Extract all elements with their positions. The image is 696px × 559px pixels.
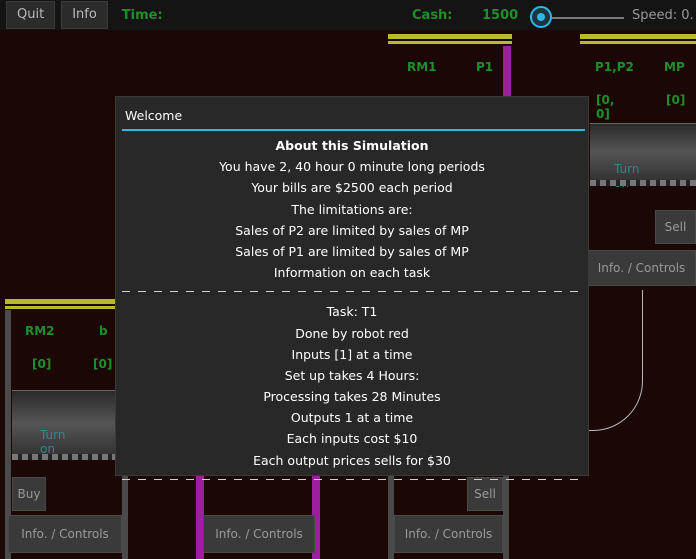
dialog-line-limit-p1: Sales of P1 are limited by sales of MP [235, 243, 469, 259]
station-left-turn-on[interactable]: Turn on [40, 428, 65, 456]
dialog-task-inputs: Inputs [1] at a time [291, 346, 413, 362]
dialog-task-processing: Processing takes 28 Minutes [263, 389, 441, 405]
station-bottom-middle-info-controls-button[interactable]: Info. / Controls [203, 515, 315, 553]
station-top-right-bar [580, 34, 696, 39]
station-left-buy-button[interactable]: Buy [12, 477, 46, 511]
dialog-task-setup: Set up takes 4 Hours: [284, 367, 420, 383]
station-top-right-belt [590, 180, 696, 186]
station-top-center-bar-2 [388, 41, 512, 44]
cash-label: Cash: [412, 8, 453, 23]
station-top-center-label-1: RM1 [407, 60, 437, 74]
station-top-right-value-1: [0, 0] [596, 93, 615, 121]
dialog-line-limit-p2: Sales of P2 are limited by sales of MP [235, 222, 469, 238]
station-left-value-2: [0] [93, 357, 113, 371]
dialog-task-output-price: Each output prices sells for $30 [253, 452, 451, 468]
dialog-dashed-divider [116, 283, 588, 301]
station-top-right-label-1: P1,P2 [595, 60, 634, 74]
station-left-label-2: b [99, 324, 108, 338]
station-left-belt [12, 454, 122, 460]
station-top-right-bar-2 [580, 41, 696, 44]
time-label: Time: [121, 7, 163, 23]
station-top-right-value-2: [0] [666, 93, 686, 107]
speed-slider-track[interactable] [548, 17, 624, 19]
speed-label: Speed: 0. [632, 8, 694, 23]
dialog-line-bills: Your bills are $2500 each period [251, 180, 453, 196]
dialog-task-input-cost: Each inputs cost $10 [286, 431, 418, 447]
dialog-line-task-info: Information on each task [273, 265, 431, 281]
welcome-dialog: Welcome About this Simulation You have 2… [115, 96, 589, 480]
dialog-task-name: Task: T1 [326, 304, 378, 320]
station-left-label-1: RM2 [25, 324, 55, 338]
station-top-center-label-2: P1 [476, 60, 494, 74]
station-left-machine [12, 390, 122, 455]
conveyor-curve [588, 290, 643, 431]
station-top-right-info-controls-button[interactable]: Info. / Controls [587, 250, 696, 286]
cash-value: 1500 [482, 8, 519, 23]
dialog-task-robot: Done by robot red [295, 325, 409, 341]
dialog-body: About this Simulation You have 2, 40 hou… [116, 135, 588, 489]
dialog-task-outputs: Outputs 1 at a time [290, 410, 414, 426]
station-top-center-pipe [503, 46, 511, 98]
dialog-line-limitations: The limitations are: [291, 201, 413, 217]
dialog-title-divider [122, 129, 585, 131]
dialog-heading: About this Simulation [275, 138, 429, 153]
station-top-right-sell-button[interactable]: Sell [655, 210, 696, 244]
dialog-line-periods: You have 2, 40 hour 0 minute long period… [219, 159, 485, 175]
station-top-center-bar [388, 34, 512, 39]
station-left-bar [5, 299, 117, 304]
top-toolbar: Quit Info Time: Cash: 1500 Speed: 0. [0, 0, 696, 30]
quit-button[interactable]: Quit [6, 1, 56, 29]
dialog-dashed-divider-2 [116, 471, 588, 489]
station-left-bar-2 [5, 306, 117, 309]
station-left-value-1: [0] [32, 357, 52, 371]
info-button[interactable]: Info [61, 1, 108, 29]
station-left-info-controls-button[interactable]: Info. / Controls [8, 515, 122, 553]
speed-slider-knob[interactable] [530, 6, 552, 28]
station-top-right-machine [590, 123, 696, 180]
dialog-title: Welcome [125, 108, 183, 123]
station-top-right-label-2: MP [664, 60, 685, 74]
station-bottom-right-info-controls-button[interactable]: Info. / Controls [394, 515, 503, 553]
